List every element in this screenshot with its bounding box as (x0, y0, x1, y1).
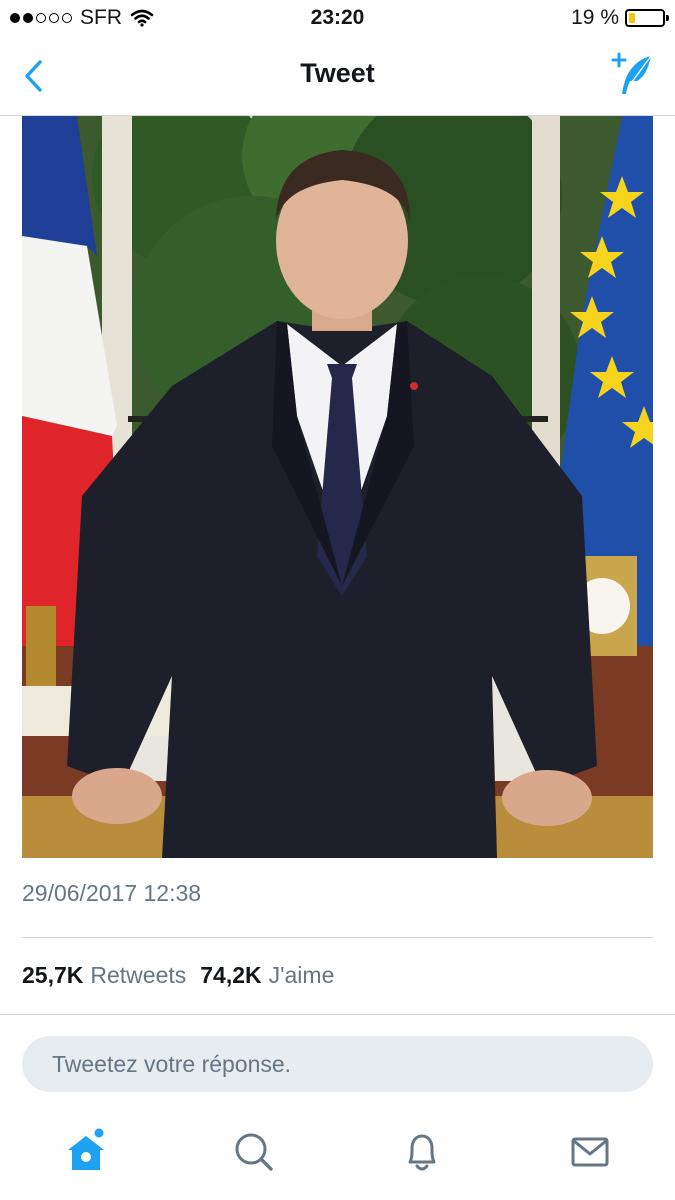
retweets-count: 25,7K (22, 962, 84, 988)
search-icon (235, 1133, 273, 1171)
battery-icon (625, 9, 669, 27)
status-bar: SFR 23:20 19 % (0, 0, 675, 36)
likes-label: J'aime (268, 962, 335, 988)
likes-stat[interactable]: 74,2K J'aime (200, 962, 334, 989)
retweets-label: Retweets (90, 962, 187, 988)
bell-icon (408, 1134, 436, 1171)
envelope-icon (571, 1137, 609, 1167)
home-icon (68, 1128, 104, 1170)
divider (22, 937, 653, 938)
navigation-bar: Tweet (0, 36, 675, 116)
compose-feather-icon (611, 52, 652, 94)
tweet-stats: 25,7K Retweets 74,2K J'aime (22, 962, 334, 989)
tab-bar (0, 1110, 675, 1200)
tab-notifications[interactable] (398, 1128, 446, 1176)
status-right: 19 % (571, 6, 669, 30)
likes-count: 74,2K (200, 962, 262, 988)
tweet-timestamp: 29/06/2017 12:38 (22, 880, 202, 906)
battery-percent: 19 % (571, 6, 619, 29)
compose-tweet-button[interactable] (607, 52, 657, 98)
retweets-stat[interactable]: 25,7K Retweets (22, 962, 186, 989)
tab-search[interactable] (230, 1128, 278, 1176)
portrait-image (22, 116, 653, 858)
tab-messages[interactable] (566, 1128, 614, 1176)
tab-home[interactable] (62, 1128, 110, 1176)
page-title: Tweet (300, 58, 375, 88)
tweet-photo[interactable] (22, 116, 653, 858)
divider (0, 1014, 675, 1015)
reply-placeholder: Tweetez votre réponse. (52, 1050, 292, 1077)
reply-input[interactable]: Tweetez votre réponse. (22, 1036, 653, 1092)
